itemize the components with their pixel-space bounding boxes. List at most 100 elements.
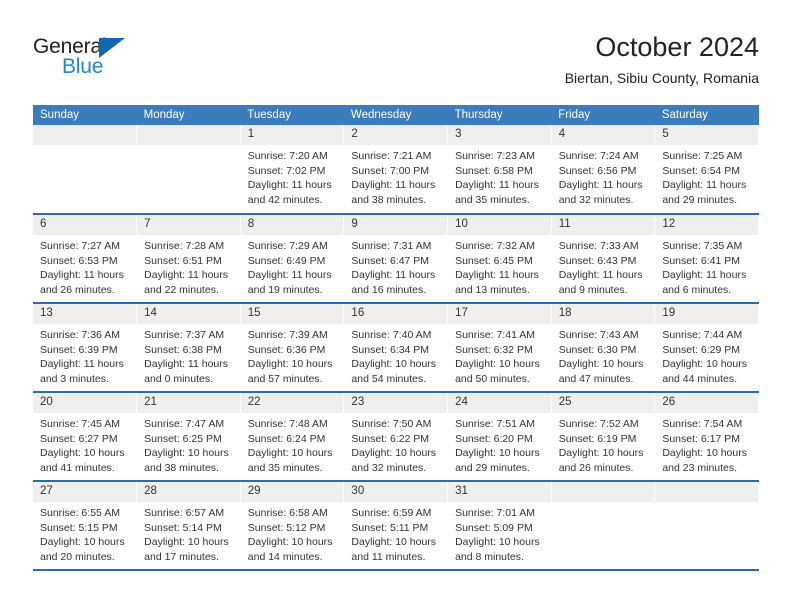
day-cell-inner: 18 Sunrise: 7:43 AM Sunset: 6:30 PM Dayligh… xyxy=(551,304,655,391)
daylight-line-cont: and 26 minutes. xyxy=(558,461,634,474)
day-cell-inner: 5 Sunrise: 7:25 AM Sunset: 6:54 PM Daylight… xyxy=(655,125,758,213)
calendar-day-cell[interactable]: 29 Sunrise: 6:58 AM Sunset: 5:12 PM Dayligh… xyxy=(240,481,345,571)
day-cell-inner: 16 Sunrise: 7:40 AM Sunset: 6:34 PM Dayligh… xyxy=(344,304,448,391)
sunset-line: Sunset: 6:34 PM xyxy=(351,343,430,356)
calendar-day-cell[interactable]: 23 Sunrise: 7:50 AM Sunset: 6:22 PM Dayligh… xyxy=(343,392,449,482)
day-cell-inner: 15 Sunrise: 7:39 AM Sunset: 6:36 PM Dayligh… xyxy=(240,304,344,391)
calendar-day-cell[interactable]: 3 Sunrise: 7:23 AM Sunset: 6:58 PM Daylight… xyxy=(447,125,552,215)
day-cell-inner: 31 Sunrise: 7:01 AM Sunset: 5:09 PM Dayligh… xyxy=(448,482,551,569)
calendar-day-cell[interactable]: 9 Sunrise: 7:31 AM Sunset: 6:47 PM Daylight… xyxy=(343,214,449,304)
calendar-day-cell[interactable]: 22 Sunrise: 7:48 AM Sunset: 6:24 PM Dayligh… xyxy=(240,392,345,482)
day-number: 6 xyxy=(33,215,137,235)
calendar-day-cell[interactable]: 27 Sunrise: 6:55 AM Sunset: 5:15 PM Dayligh… xyxy=(33,481,138,571)
sunrise-line: Sunrise: 7:39 AM xyxy=(247,329,328,341)
calendar-day-cell[interactable]: 21 Sunrise: 7:47 AM Sunset: 6:25 PM Dayligh… xyxy=(136,392,241,482)
daylight-line: Daylight: 10 hours xyxy=(247,447,333,459)
calendar-day-cell[interactable]: 14 Sunrise: 7:37 AM Sunset: 6:38 PM Dayligh… xyxy=(136,303,241,393)
daylight-line-cont: and 41 minutes. xyxy=(40,461,115,474)
day-details: Sunrise: 7:32 AM Sunset: 6:45 PM Daylight:… xyxy=(448,235,551,297)
calendar-week-row: 6 Sunrise: 7:27 AM Sunset: 6:53 PM Daylight… xyxy=(33,214,759,304)
sunset-line: Sunset: 5:11 PM xyxy=(351,521,429,534)
daylight-line-cont: and 6 minutes. xyxy=(662,283,732,296)
sunset-line: Sunset: 6:47 PM xyxy=(351,254,430,267)
calendar-day-cell[interactable]: 5 Sunrise: 7:25 AM Sunset: 6:54 PM Daylight… xyxy=(654,125,759,215)
day-number: 13 xyxy=(33,304,137,324)
day-details: Sunrise: 6:55 AM Sunset: 5:15 PM Daylight:… xyxy=(33,502,136,564)
daylight-line-cont: and 35 minutes. xyxy=(247,461,323,474)
sunset-line: Sunset: 6:43 PM xyxy=(558,254,637,267)
day-details: Sunrise: 7:23 AM Sunset: 6:58 PM Daylight:… xyxy=(448,145,551,207)
daylight-line: Daylight: 10 hours xyxy=(662,447,747,459)
day-number: 26 xyxy=(655,393,758,413)
day-details: Sunrise: 7:28 AM Sunset: 6:51 PM Daylight:… xyxy=(137,235,240,297)
day-cell-inner: 20 Sunrise: 7:45 AM Sunset: 6:27 PM Dayligh… xyxy=(33,393,137,480)
general-blue-logo[interactable]: General Blue xyxy=(33,36,173,88)
day-number: 28 xyxy=(137,482,240,502)
calendar-day-cell[interactable]: 16 Sunrise: 7:40 AM Sunset: 6:34 PM Dayligh… xyxy=(343,303,449,393)
calendar-day-cell[interactable]: 8 Sunrise: 7:29 AM Sunset: 6:49 PM Daylight… xyxy=(240,214,345,304)
sunset-line: Sunset: 6:58 PM xyxy=(455,164,533,177)
day-details: Sunrise: 7:41 AM Sunset: 6:32 PM Daylight:… xyxy=(448,324,551,386)
calendar-day-cell[interactable]: 12 Sunrise: 7:35 AM Sunset: 6:41 PM Dayligh… xyxy=(654,214,759,304)
calendar-day-cell[interactable]: 24 Sunrise: 7:51 AM Sunset: 6:20 PM Dayligh… xyxy=(447,392,552,482)
daylight-line-cont: and 50 minutes. xyxy=(455,372,530,385)
calendar-day-cell[interactable]: 25 Sunrise: 7:52 AM Sunset: 6:19 PM Dayligh… xyxy=(551,392,656,482)
day-number: 14 xyxy=(137,304,240,324)
day-cell-inner xyxy=(655,482,758,569)
sunset-line: Sunset: 6:56 PM xyxy=(558,164,637,177)
calendar-day-cell[interactable]: 4 Sunrise: 7:24 AM Sunset: 6:56 PM Daylight… xyxy=(551,125,656,215)
daylight-line: Daylight: 10 hours xyxy=(558,358,644,370)
daylight-line-cont: and 20 minutes. xyxy=(40,550,115,563)
day-number xyxy=(655,482,758,502)
calendar-day-cell[interactable]: 13 Sunrise: 7:36 AM Sunset: 6:39 PM Dayligh… xyxy=(33,303,138,393)
calendar-body: 1 Sunrise: 7:20 AM Sunset: 7:02 PM Daylight… xyxy=(33,125,759,571)
calendar-day-cell[interactable]: 19 Sunrise: 7:44 AM Sunset: 6:29 PM Dayligh… xyxy=(654,303,759,393)
sunset-line: Sunset: 6:51 PM xyxy=(144,254,222,267)
daylight-line-cont: and 29 minutes. xyxy=(455,461,530,474)
page-subtitle: Biertan, Sibiu County, Romania xyxy=(564,70,759,86)
weekday-header-row: Sunday Monday Tuesday Wednesday Thursday Frid… xyxy=(33,105,759,125)
calendar-day-cell[interactable]: 7 Sunrise: 7:28 AM Sunset: 6:51 PM Daylight… xyxy=(136,214,241,304)
daylight-line-cont: and 14 minutes. xyxy=(247,550,323,563)
sunset-line: Sunset: 7:00 PM xyxy=(351,164,430,177)
calendar-day-cell[interactable]: 6 Sunrise: 7:27 AM Sunset: 6:53 PM Daylight… xyxy=(33,214,138,304)
day-cell-inner: 10 Sunrise: 7:32 AM Sunset: 6:45 PM Dayligh… xyxy=(448,215,551,302)
calendar-day-cell[interactable]: 26 Sunrise: 7:54 AM Sunset: 6:17 PM Dayligh… xyxy=(654,392,759,482)
sunset-line: Sunset: 5:15 PM xyxy=(40,521,118,534)
daylight-line-cont: and 57 minutes. xyxy=(247,372,323,385)
title-block: October 2024 Biertan, Sibiu County, Roma… xyxy=(565,30,759,87)
calendar-day-cell[interactable]: 31 Sunrise: 7:01 AM Sunset: 5:09 PM Dayligh… xyxy=(447,481,552,571)
calendar-page: General Blue October 2024 Biertan, Sibiu… xyxy=(0,0,792,612)
calendar-day-cell[interactable]: 11 Sunrise: 7:33 AM Sunset: 6:43 PM Dayligh… xyxy=(551,214,656,304)
day-details: Sunrise: 7:51 AM Sunset: 6:20 PM Daylight:… xyxy=(448,413,551,475)
sunrise-line: Sunrise: 7:41 AM xyxy=(455,329,536,341)
day-cell-inner: 24 Sunrise: 7:51 AM Sunset: 6:20 PM Dayligh… xyxy=(448,393,551,480)
daylight-line-cont: and 22 minutes. xyxy=(144,283,219,296)
calendar-day-cell[interactable]: 2 Sunrise: 7:21 AM Sunset: 7:00 PM Daylight… xyxy=(343,125,449,215)
weekday-header-monday: Monday xyxy=(136,105,241,125)
calendar-day-cell[interactable]: 15 Sunrise: 7:39 AM Sunset: 6:36 PM Dayligh… xyxy=(240,303,345,393)
calendar-day-cell[interactable]: 20 Sunrise: 7:45 AM Sunset: 6:27 PM Dayligh… xyxy=(33,392,138,482)
day-number: 27 xyxy=(33,482,137,502)
calendar-day-cell[interactable]: 18 Sunrise: 7:43 AM Sunset: 6:30 PM Dayligh… xyxy=(551,303,656,393)
calendar-day-cell[interactable]: 30 Sunrise: 6:59 AM Sunset: 5:11 PM Dayligh… xyxy=(343,481,449,571)
day-details: Sunrise: 7:37 AM Sunset: 6:38 PM Daylight:… xyxy=(137,324,240,386)
day-details: Sunrise: 7:33 AM Sunset: 6:43 PM Daylight:… xyxy=(552,235,655,297)
sunset-line: Sunset: 5:14 PM xyxy=(144,521,222,534)
daylight-line: Daylight: 10 hours xyxy=(40,536,125,548)
calendar-day-cell[interactable]: 1 Sunrise: 7:20 AM Sunset: 7:02 PM Daylight… xyxy=(240,125,345,215)
day-number: 30 xyxy=(344,482,448,502)
day-cell-inner: 27 Sunrise: 6:55 AM Sunset: 5:15 PM Dayligh… xyxy=(33,482,137,569)
day-cell-inner: 7 Sunrise: 7:28 AM Sunset: 6:51 PM Daylight… xyxy=(137,215,240,302)
daylight-line: Daylight: 11 hours xyxy=(351,179,436,191)
sunrise-line: Sunrise: 7:29 AM xyxy=(247,240,328,252)
daylight-line: Daylight: 10 hours xyxy=(662,358,747,370)
daylight-line: Daylight: 10 hours xyxy=(455,536,540,548)
daylight-line: Daylight: 11 hours xyxy=(40,358,124,370)
day-details: Sunrise: 7:01 AM Sunset: 5:09 PM Daylight:… xyxy=(448,502,551,564)
calendar-day-cell[interactable]: 10 Sunrise: 7:32 AM Sunset: 6:45 PM Dayligh… xyxy=(447,214,552,304)
day-number: 21 xyxy=(137,393,240,413)
calendar-day-cell[interactable]: 17 Sunrise: 7:41 AM Sunset: 6:32 PM Dayligh… xyxy=(447,303,552,393)
sunset-line: Sunset: 6:45 PM xyxy=(455,254,533,267)
calendar-day-cell[interactable]: 28 Sunrise: 6:57 AM Sunset: 5:14 PM Dayligh… xyxy=(136,481,241,571)
